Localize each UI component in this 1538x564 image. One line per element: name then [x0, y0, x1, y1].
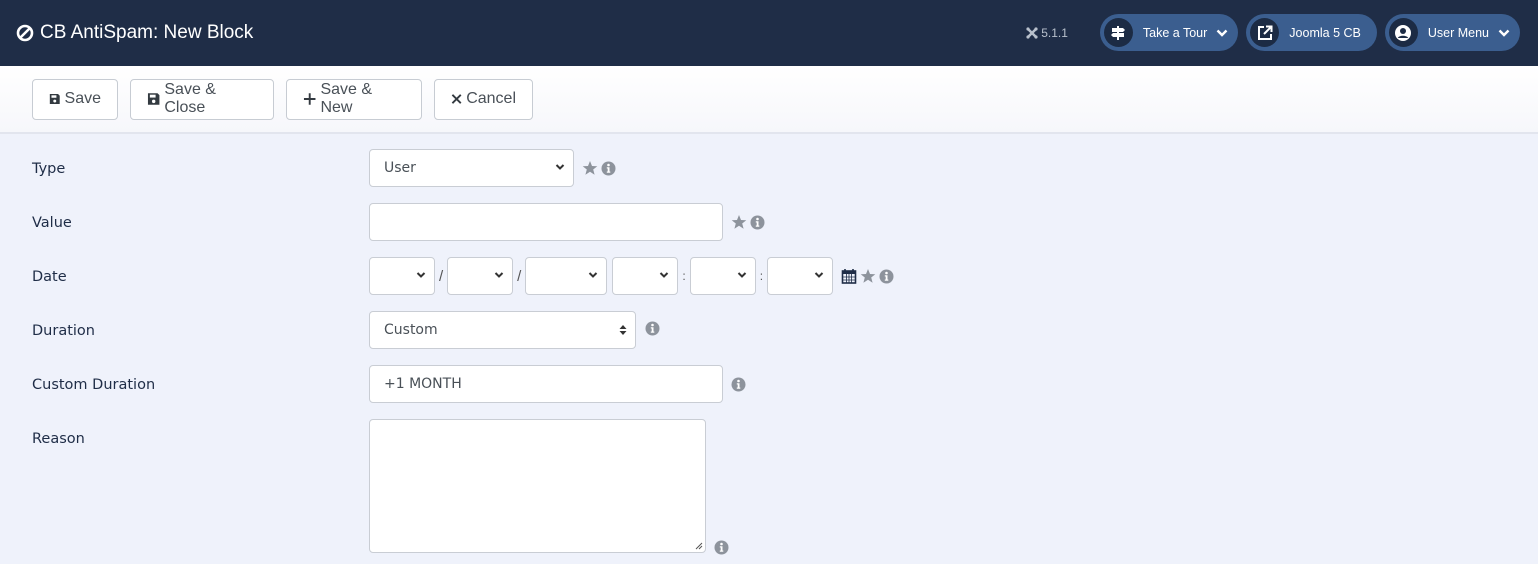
chevron-down-icon	[814, 272, 824, 278]
version-number: 5.1.1	[1041, 25, 1068, 40]
signpost-icon	[1111, 25, 1126, 40]
reason-textarea[interactable]	[369, 419, 706, 553]
custom-duration-label: Custom Duration	[32, 377, 156, 393]
info-icon[interactable]	[731, 377, 746, 392]
chevron-down-icon	[1216, 29, 1228, 37]
sort-arrows-icon	[619, 325, 627, 335]
save-close-label: Save & Close	[164, 81, 216, 116]
info-icon[interactable]	[879, 269, 894, 284]
custom-duration-input[interactable]: +1 MONTH	[369, 365, 723, 403]
floppy-disk-icon	[147, 93, 160, 105]
save-new-label: Save & New	[320, 81, 373, 116]
date-hour-select[interactable]	[612, 257, 679, 295]
cancel-label: Cancel	[466, 90, 516, 107]
plus-icon	[303, 93, 316, 105]
joomla-5-cb-label: Joomla 5 CB	[1289, 25, 1361, 40]
date-minute-select[interactable]	[689, 257, 756, 295]
date-row: Date / / : :	[0, 257, 1538, 311]
user-circle-icon	[1395, 24, 1412, 41]
date-separator: /	[517, 267, 522, 285]
user-menu-button[interactable]: User Menu	[1384, 14, 1520, 51]
info-icon[interactable]	[750, 215, 765, 230]
header-bar: CB AntiSpam: New Block 5.1.1 Take a Tour…	[0, 0, 1538, 66]
type-row: Type User	[0, 149, 1538, 203]
value-row: Value	[0, 203, 1538, 257]
floppy-disk-icon	[49, 94, 60, 104]
date-day-select[interactable]	[369, 257, 435, 295]
date-label: Date	[32, 269, 67, 285]
user-menu-label: User Menu	[1427, 25, 1489, 40]
value-input[interactable]	[369, 203, 723, 241]
external-link-icon	[1257, 25, 1273, 40]
cancel-button[interactable]: Cancel	[434, 78, 533, 120]
chevron-down-icon	[660, 272, 669, 278]
duration-label: Duration	[32, 323, 95, 339]
save-new-button[interactable]: Save & New	[286, 78, 422, 120]
joomla-icon	[1026, 26, 1038, 39]
chevron-down-icon	[416, 272, 426, 278]
time-separator: :	[759, 269, 764, 283]
info-icon[interactable]	[714, 540, 729, 555]
type-label: Type	[32, 161, 66, 177]
chevron-down-icon	[1498, 29, 1510, 37]
custom-duration-value: +1 MONTH	[384, 376, 462, 392]
date-month-select[interactable]	[447, 257, 514, 295]
info-icon[interactable]	[645, 321, 660, 336]
reason-row: Reason	[0, 419, 1538, 559]
block-form: Type User Value Date / /:: Duration Cu…	[0, 134, 1538, 559]
toolbar: Save Save & Close Save & New Cancel	[0, 66, 1538, 134]
date-year-select[interactable]	[525, 257, 608, 295]
star-icon	[582, 161, 598, 175]
page-title: CB AntiSpam: New Block	[16, 22, 253, 44]
value-label: Value	[32, 215, 72, 231]
take-a-tour-label: Take a Tour	[1142, 25, 1208, 40]
reason-label: Reason	[32, 431, 85, 447]
take-a-tour-button[interactable]: Take a Tour	[1099, 14, 1239, 51]
save-label: Save	[64, 90, 101, 107]
save-close-button[interactable]: Save & Close	[130, 78, 274, 120]
time-separator: :	[682, 269, 686, 283]
version-info: 5.1.1	[1026, 26, 1068, 40]
star-icon	[860, 269, 876, 283]
date-separator: /	[439, 267, 444, 285]
chevron-down-icon	[555, 164, 565, 170]
type-select[interactable]: User	[369, 149, 574, 187]
chevron-down-icon	[589, 272, 598, 278]
chevron-down-icon	[737, 272, 746, 278]
resize-grip-icon[interactable]	[694, 541, 703, 550]
info-icon[interactable]	[601, 161, 616, 176]
chevron-down-icon	[494, 272, 504, 278]
duration-row: Duration Custom	[0, 311, 1538, 365]
page-title-text: CB AntiSpam: New Block	[40, 22, 254, 43]
custom-duration-row: Custom Duration +1 MONTH	[0, 365, 1538, 419]
star-icon	[731, 215, 747, 229]
type-value: User	[384, 160, 416, 176]
save-button[interactable]: Save	[32, 78, 118, 120]
date-second-select[interactable]	[767, 257, 834, 295]
calendar-icon[interactable]	[841, 268, 857, 284]
joomla-5-cb-link[interactable]: Joomla 5 CB	[1246, 14, 1377, 51]
duration-select[interactable]: Custom	[369, 311, 636, 349]
duration-value: Custom	[384, 322, 438, 338]
ban-icon	[16, 24, 34, 42]
close-icon	[451, 94, 462, 104]
